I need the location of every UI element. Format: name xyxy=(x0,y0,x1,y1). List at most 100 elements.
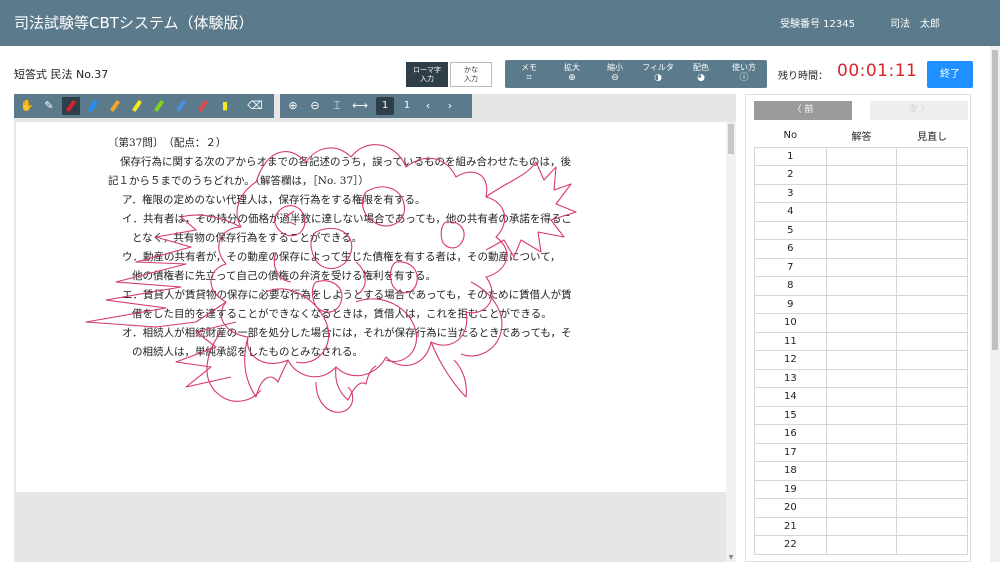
question-page[interactable]: 〔第37問〕 （配点：２） 保存行為に関する次のアからオまでの各記述のうち，誤っ… xyxy=(16,122,726,492)
review-cell[interactable] xyxy=(896,387,968,407)
palette-button[interactable]: 配色 ◕ xyxy=(679,62,723,86)
table-row[interactable]: 11 xyxy=(754,331,968,351)
review-cell[interactable] xyxy=(896,516,968,536)
review-cell[interactable] xyxy=(896,257,968,277)
table-row[interactable]: 4 xyxy=(754,202,968,222)
table-row[interactable]: 8 xyxy=(754,276,968,296)
review-cell[interactable] xyxy=(896,424,968,444)
review-cell[interactable] xyxy=(896,146,968,166)
pen-black-icon[interactable]: ✎ xyxy=(40,97,58,115)
table-row[interactable]: 21 xyxy=(754,516,968,536)
highlighter-green-icon[interactable] xyxy=(150,97,168,115)
answer-cell[interactable] xyxy=(825,294,898,314)
highlighter-orange-icon[interactable] xyxy=(106,97,124,115)
review-cell[interactable] xyxy=(896,165,968,185)
answer-cell[interactable] xyxy=(825,257,898,277)
highlighter-yellow-icon[interactable] xyxy=(128,97,146,115)
page-zoom-out-icon[interactable]: ⊖ xyxy=(306,97,324,115)
romaji-input-button[interactable]: ローマ字 入力 xyxy=(406,62,448,87)
answer-cell[interactable] xyxy=(825,350,898,370)
current-page[interactable]: 1 xyxy=(376,97,394,115)
table-row[interactable]: 6 xyxy=(754,239,968,259)
answer-cell[interactable] xyxy=(825,331,898,351)
hand-tool-icon[interactable]: ✋ xyxy=(18,97,36,115)
review-cell[interactable] xyxy=(896,479,968,499)
answer-cell[interactable] xyxy=(825,387,898,407)
pen-red-icon[interactable] xyxy=(62,97,80,115)
review-cell[interactable] xyxy=(896,202,968,222)
review-cell[interactable] xyxy=(896,368,968,388)
answer-cell[interactable] xyxy=(825,461,898,481)
answer-cell[interactable] xyxy=(825,442,898,462)
table-row[interactable]: 14 xyxy=(754,387,968,407)
review-cell[interactable] xyxy=(896,276,968,296)
review-cell[interactable] xyxy=(896,331,968,351)
review-cell[interactable] xyxy=(896,535,968,555)
answer-cell[interactable] xyxy=(825,368,898,388)
end-exam-button[interactable]: 終了 xyxy=(927,61,973,88)
zoom-in-button[interactable]: 拡大 ⊕ xyxy=(550,62,594,86)
previous-question-button[interactable]: 〈 前 xyxy=(754,101,852,120)
answer-cell[interactable] xyxy=(825,516,898,536)
pen-red2-icon[interactable] xyxy=(194,97,212,115)
answer-cell[interactable] xyxy=(825,183,898,203)
page-scrollbar-thumb[interactable] xyxy=(992,50,998,350)
answer-cell[interactable] xyxy=(825,498,898,518)
table-row[interactable]: 19 xyxy=(754,479,968,499)
answer-cell[interactable] xyxy=(825,165,898,185)
page-scrollbar[interactable] xyxy=(990,46,1000,562)
review-cell[interactable] xyxy=(896,350,968,370)
fit-width-icon[interactable]: ⟷ xyxy=(350,97,370,115)
answer-cell[interactable] xyxy=(825,146,898,166)
answer-cell[interactable] xyxy=(825,276,898,296)
table-row[interactable]: 15 xyxy=(754,405,968,425)
review-cell[interactable] xyxy=(896,239,968,259)
prev-page-icon[interactable]: ‹ xyxy=(420,97,436,115)
fit-height-icon[interactable]: ⌶ xyxy=(328,97,346,115)
answer-cell[interactable] xyxy=(825,424,898,444)
next-page-icon[interactable]: › xyxy=(442,97,458,115)
viewer-scrollbar[interactable]: ▲ ▼ xyxy=(726,122,736,562)
table-row[interactable]: 12 xyxy=(754,350,968,370)
table-row[interactable]: 5 xyxy=(754,220,968,240)
answer-cell[interactable] xyxy=(825,239,898,259)
table-row[interactable]: 10 xyxy=(754,313,968,333)
review-cell[interactable] xyxy=(896,183,968,203)
answer-cell[interactable] xyxy=(825,313,898,333)
scroll-down-icon[interactable]: ▼ xyxy=(727,554,735,562)
kana-input-button[interactable]: かな 入力 xyxy=(450,62,492,87)
zoom-out-button[interactable]: 縮小 ⊖ xyxy=(593,62,637,86)
answer-cell[interactable] xyxy=(825,202,898,222)
review-cell[interactable] xyxy=(896,442,968,462)
table-row[interactable]: 16 xyxy=(754,424,968,444)
review-cell[interactable] xyxy=(896,313,968,333)
table-row[interactable]: 17 xyxy=(754,442,968,462)
table-row[interactable]: 20 xyxy=(754,498,968,518)
table-row[interactable]: 9 xyxy=(754,294,968,314)
review-cell[interactable] xyxy=(896,294,968,314)
viewer-scrollbar-thumb[interactable] xyxy=(728,124,734,154)
table-row[interactable]: 2 xyxy=(754,165,968,185)
table-row[interactable]: 7 xyxy=(754,257,968,277)
sticky-note-icon[interactable]: ▮ xyxy=(216,97,234,115)
filter-button[interactable]: フィルタ ◑ xyxy=(636,62,680,86)
table-row[interactable]: 1 xyxy=(754,146,968,166)
memo-button[interactable]: メモ ⌗ xyxy=(507,62,551,86)
help-button[interactable]: 使い方 ⓘ xyxy=(722,62,766,86)
next-question-button[interactable]: 次 〉 xyxy=(870,101,968,120)
review-cell[interactable] xyxy=(896,498,968,518)
pen-blue2-icon[interactable] xyxy=(172,97,190,115)
answer-cell[interactable] xyxy=(825,220,898,240)
review-cell[interactable] xyxy=(896,220,968,240)
table-row[interactable]: 18 xyxy=(754,461,968,481)
table-row[interactable]: 3 xyxy=(754,183,968,203)
pen-blue-icon[interactable] xyxy=(84,97,102,115)
answer-cell[interactable] xyxy=(825,479,898,499)
review-cell[interactable] xyxy=(896,461,968,481)
answer-cell[interactable] xyxy=(825,405,898,425)
review-cell[interactable] xyxy=(896,405,968,425)
answer-cell[interactable] xyxy=(825,535,898,555)
page-zoom-in-icon[interactable]: ⊕ xyxy=(284,97,302,115)
table-row[interactable]: 22 xyxy=(754,535,968,555)
eraser-icon[interactable]: ⌫ xyxy=(246,97,264,115)
